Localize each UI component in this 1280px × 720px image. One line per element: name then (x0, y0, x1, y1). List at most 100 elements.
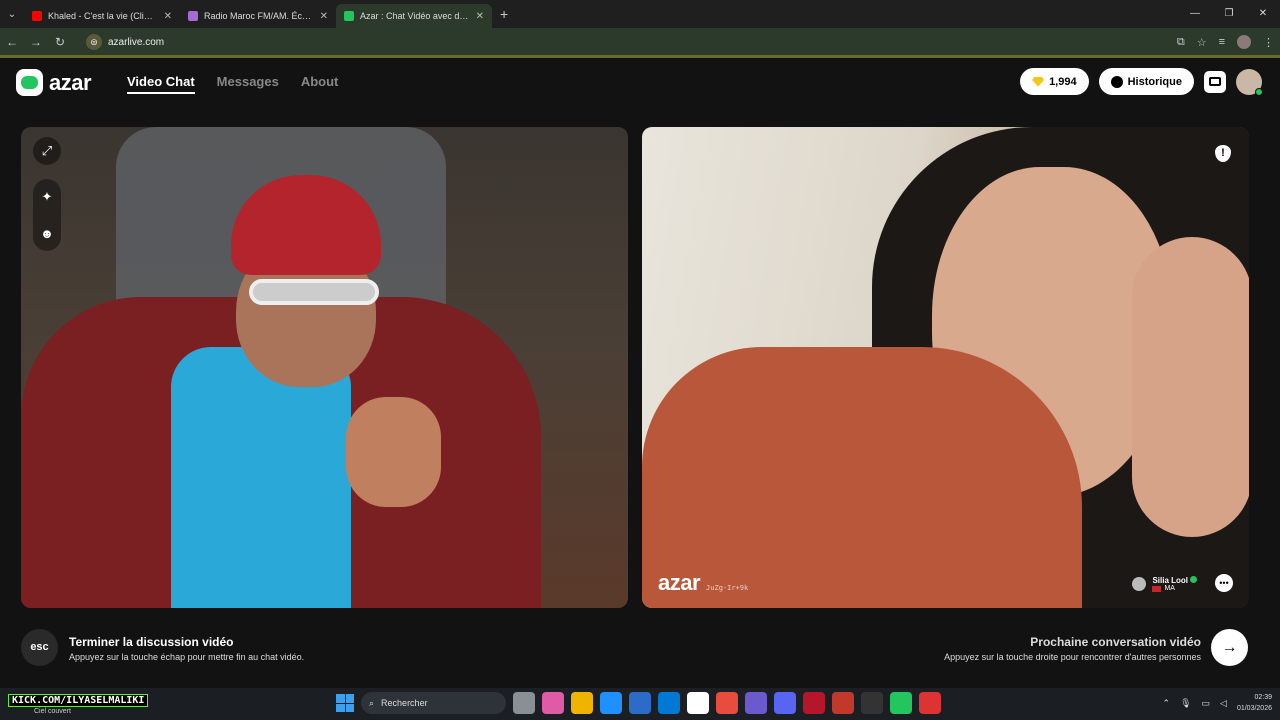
online-status-dot (1255, 87, 1263, 96)
taskbar-app-icon[interactable] (803, 692, 825, 714)
restore-icon[interactable]: ❐ (1212, 0, 1246, 28)
windows-taskbar: KICK.COM/ILYASELMALIKI Ciel couvert ⌕ Re… (0, 688, 1280, 720)
back-icon[interactable]: ← (0, 35, 24, 49)
azar-app: azar Video Chat Messages About 1,994 His… (0, 58, 1280, 688)
weather-text: Ciel couvert (34, 708, 71, 715)
reload-icon[interactable]: ↻ (48, 35, 72, 49)
taskbar-app-icon[interactable] (513, 692, 535, 714)
taskbar-app-icon[interactable] (600, 692, 622, 714)
browser-tab[interactable]: Khaled - C'est la vie (Clip officie ✕ (24, 4, 180, 28)
taskbar-app-icon[interactable] (629, 692, 651, 714)
window-controls: — ❐ ✕ (1178, 0, 1280, 28)
next-chat-button[interactable]: → (1211, 629, 1248, 666)
inbox-icon[interactable] (1204, 70, 1226, 93)
peer-country: MA (1164, 585, 1175, 592)
history-button[interactable]: Historique (1098, 68, 1194, 95)
gems-button[interactable]: 1,994 (1020, 68, 1089, 95)
nav-about[interactable]: About (301, 74, 339, 94)
nav-messages[interactable]: Messages (217, 74, 279, 94)
tray-chevron-icon[interactable]: ⌃ (1163, 698, 1171, 709)
taskbar-app-icon[interactable] (745, 692, 767, 714)
speaker-icon[interactable]: ◁ (1220, 698, 1227, 709)
forward-icon[interactable]: → (24, 35, 48, 49)
minimize-icon[interactable]: — (1178, 0, 1212, 28)
taskbar-app-icon[interactable] (687, 692, 709, 714)
install-app-icon[interactable]: ⧉ (1177, 36, 1185, 49)
chat-bubble-icon[interactable]: ••• (1215, 574, 1233, 592)
browser-actions: ⧉ ☆ ≡ ⋮ (1177, 28, 1274, 56)
browser-tab-active[interactable]: Azar : Chat Vidéo avec de n ✕ (336, 4, 492, 28)
taskbar-app-icon[interactable] (774, 692, 796, 714)
close-window-icon[interactable]: ✕ (1246, 0, 1280, 28)
system-tray: ⌃ 🎙 ▭ ◁ 02:39 01/03/2026 (1163, 692, 1272, 714)
taskbar-app-icon[interactable] (832, 692, 854, 714)
bookmark-star-icon[interactable]: ☆ (1197, 36, 1207, 49)
new-tab-button[interactable]: + (500, 6, 508, 22)
taskbar-app-icon[interactable] (658, 692, 680, 714)
browser-tab[interactable]: Radio Maroc FM/AM. Écouter r ✕ (180, 4, 336, 28)
magic-wand-icon[interactable]: ✦ (33, 183, 61, 211)
network-icon[interactable]: ▭ (1202, 698, 1211, 709)
address-bar: ← → ↻ ⊜ azarlive.com ⧉ ☆ ≡ ⋮ (0, 28, 1280, 56)
tab-title: Radio Maroc FM/AM. Écouter r (204, 11, 314, 21)
taskbar-app-icon[interactable] (542, 692, 564, 714)
taskbar-app-icon[interactable] (861, 692, 883, 714)
close-tab-icon[interactable]: ✕ (320, 11, 328, 22)
windows-start-icon[interactable] (336, 694, 354, 712)
video-scene-shirt (171, 347, 351, 608)
tab-title: Azar : Chat Vidéo avec de n (360, 11, 470, 21)
watermark-logo: azar (658, 570, 701, 595)
session-id: JuZg-Ir+9k (706, 584, 749, 592)
logo-text: azar (49, 69, 92, 95)
taskbar-app-icon[interactable] (919, 692, 941, 714)
azar-icon (344, 11, 354, 21)
user-avatar[interactable] (1236, 68, 1263, 96)
taskbar-search[interactable]: ⌕ Rechercher (361, 692, 506, 714)
verified-icon (1190, 576, 1197, 583)
video-scene-hand (1132, 237, 1249, 537)
next-chat-title: Prochaine conversation vidéo (1030, 635, 1201, 649)
omnibox[interactable]: ⊜ azarlive.com (86, 34, 164, 50)
azar-logo[interactable]: azar (16, 69, 92, 96)
nav-video-chat[interactable]: Video Chat (127, 74, 195, 94)
browser-profile-avatar[interactable] (1237, 35, 1251, 49)
peer-avatar-icon (1132, 577, 1147, 591)
taskbar-apps: ⌕ Rechercher (336, 692, 941, 714)
taskbar-app-icon[interactable] (890, 692, 912, 714)
weather-widget[interactable]: KICK.COM/ILYASELMALIKI Ciel couvert (8, 690, 149, 715)
close-tab-icon[interactable]: ✕ (164, 11, 172, 22)
gems-count: 1,994 (1049, 75, 1077, 88)
radio-icon (188, 11, 198, 21)
peer-country-row: MA (1152, 585, 1197, 592)
url-text[interactable]: azarlive.com (108, 37, 164, 48)
site-info-icon[interactable]: ⊜ (86, 34, 102, 50)
history-label: Historique (1127, 75, 1182, 88)
end-chat-button[interactable]: esc (21, 629, 58, 666)
clock-date: 01/03/2026 (1236, 705, 1272, 712)
end-chat-title: Terminer la discussion vidéo (69, 635, 234, 649)
tab-search-icon[interactable]: ⌄ (0, 0, 24, 28)
search-icon: ⌕ (369, 697, 375, 708)
video-scene-thumb (346, 397, 441, 507)
video-scene-blanket (642, 347, 1082, 608)
expand-icon[interactable]: ⤢ (33, 137, 61, 165)
browser-menu-icon[interactable]: ⋮ (1263, 36, 1274, 49)
peer-name-row: Silia Lool (1152, 576, 1197, 585)
azar-watermark: azar JuZg-Ir+9k (658, 570, 748, 596)
taskbar-app-icon[interactable] (571, 692, 593, 714)
video-tools: ⤢ ✦ ☻ (33, 137, 61, 251)
face-filter-icon[interactable]: ☻ (33, 219, 61, 247)
taskbar-app-icon[interactable] (716, 692, 738, 714)
clock-time: 02:39 (1254, 694, 1272, 701)
header-actions: 1,994 Historique (1020, 68, 1263, 96)
peer-info[interactable]: Silia Lool MA (1132, 576, 1197, 592)
youtube-icon (32, 11, 42, 21)
morocco-flag-icon (1152, 585, 1162, 592)
gem-icon (1032, 76, 1045, 87)
system-clock[interactable]: 02:39 01/03/2026 (1237, 692, 1272, 714)
media-control-icon[interactable]: ≡ (1219, 36, 1225, 48)
close-tab-icon[interactable]: ✕ (476, 11, 484, 22)
local-video: ⤢ ✦ ☻ (21, 127, 628, 608)
azar-logo-icon (16, 69, 43, 96)
microphone-icon[interactable]: 🎙 (1180, 698, 1191, 709)
